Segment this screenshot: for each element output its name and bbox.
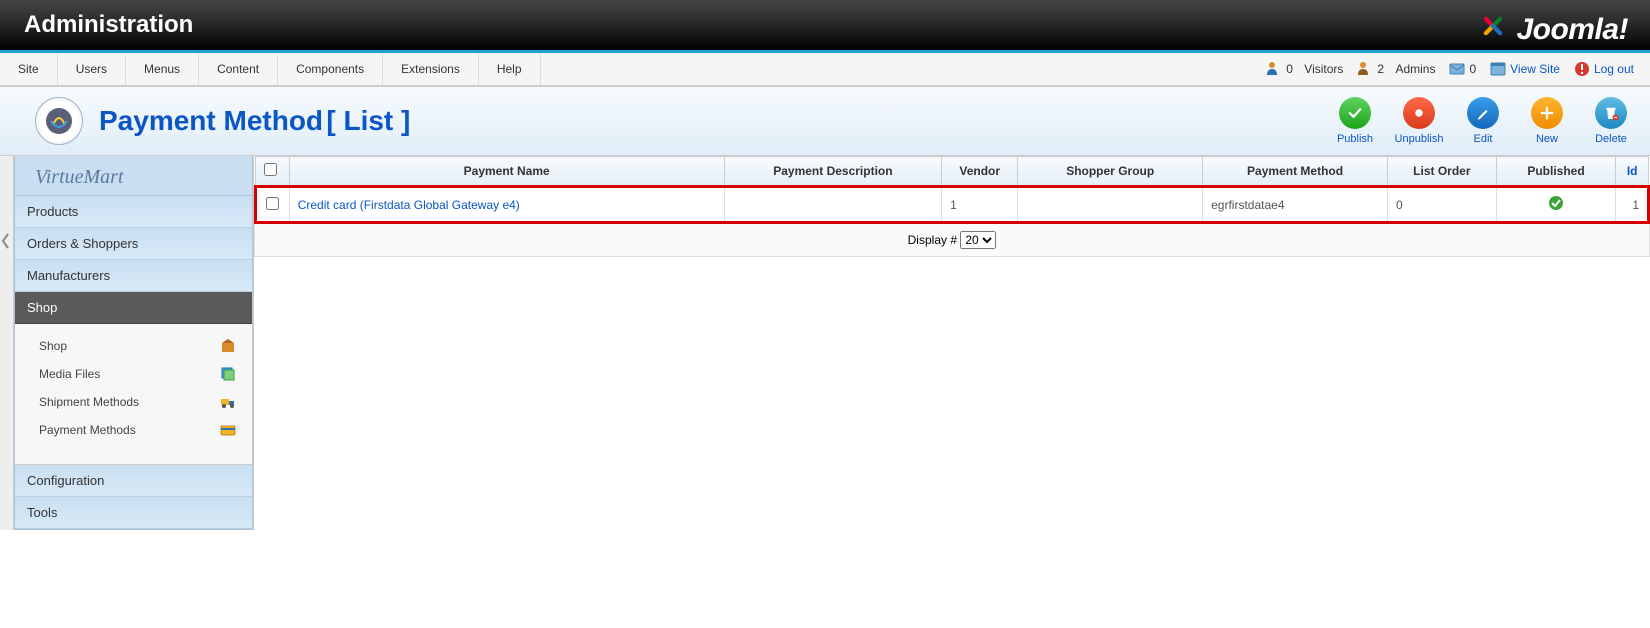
cell-vendor: 1 xyxy=(942,187,1018,223)
display-select[interactable]: 20 xyxy=(960,231,996,249)
joomla-logo: Joomla! xyxy=(1476,9,1628,50)
menu-status: 0 Visitors 2 Admins 0 View Site Log out xyxy=(1266,61,1650,77)
sidebar-wrap: VirtueMart Products Orders & Shoppers Ma… xyxy=(0,156,253,530)
menu-help[interactable]: Help xyxy=(479,54,541,85)
menu-extensions[interactable]: Extensions xyxy=(383,54,479,85)
col-id[interactable]: Id xyxy=(1616,157,1649,187)
cell-id: 1 xyxy=(1616,187,1649,223)
cell-group xyxy=(1018,187,1203,223)
sidebar-item-configuration[interactable]: Configuration xyxy=(15,465,252,497)
sidebar-item-shop-active[interactable]: Shop xyxy=(15,292,252,324)
check-all[interactable] xyxy=(264,163,277,176)
display-label: Display # xyxy=(908,233,957,247)
cell-method: egrfirstdatae4 xyxy=(1203,187,1388,223)
sub-payment[interactable]: Payment Methods xyxy=(15,416,252,444)
toolbar: Publish Unpublish Edit New Delete xyxy=(1326,97,1640,145)
row-check[interactable] xyxy=(266,197,279,210)
cell-published[interactable] xyxy=(1496,187,1616,223)
pagination-row: Display # 20 xyxy=(254,224,1650,257)
admin-title: Administration xyxy=(24,11,193,39)
component-icon xyxy=(35,97,83,145)
payment-table: Payment Name Payment Description Vendor … xyxy=(254,156,1650,224)
sub-shop[interactable]: Shop xyxy=(15,332,252,360)
col-group[interactable]: Shopper Group xyxy=(1018,157,1203,187)
sub-shipment[interactable]: Shipment Methods xyxy=(15,388,252,416)
card-icon xyxy=(220,422,236,438)
admin-header: Administration Joomla! xyxy=(0,0,1650,53)
window-icon xyxy=(1490,61,1506,77)
sidebar-item-tools[interactable]: Tools xyxy=(15,497,252,529)
menu-left: Site Users Menus Content Components Exte… xyxy=(0,54,541,85)
new-button[interactable]: New xyxy=(1518,97,1576,145)
circle-icon xyxy=(1403,97,1435,129)
media-icon xyxy=(220,366,236,382)
page-title-suffix: [ List ] xyxy=(326,105,410,136)
admins-icon xyxy=(1357,61,1373,77)
col-checkbox xyxy=(256,157,290,187)
sub-media[interactable]: Media Files xyxy=(15,360,252,388)
view-site-link[interactable]: View Site xyxy=(1490,61,1560,77)
pencil-icon xyxy=(1467,97,1499,129)
main-content: Payment Name Payment Description Vendor … xyxy=(253,156,1650,530)
col-desc[interactable]: Payment Description xyxy=(724,157,941,187)
truck-icon xyxy=(220,394,236,410)
sidebar-subpanel: Shop Media Files Shipment Methods Paymen… xyxy=(15,324,252,465)
unpublish-button[interactable]: Unpublish xyxy=(1390,97,1448,145)
payment-name-link[interactable]: Credit card (Firstdata Global Gateway e4… xyxy=(298,198,520,212)
admins-count[interactable]: 2 Admins xyxy=(1357,61,1435,77)
cell-order: 0 xyxy=(1387,187,1496,223)
content-header: Payment Method [ List ] Publish Unpublis… xyxy=(0,86,1650,156)
sidebar: VirtueMart Products Orders & Shoppers Ma… xyxy=(14,156,253,530)
trash-icon xyxy=(1595,97,1627,129)
col-order[interactable]: List Order xyxy=(1387,157,1496,187)
edit-button[interactable]: Edit xyxy=(1454,97,1512,145)
published-icon xyxy=(1548,195,1564,211)
joomla-icon xyxy=(1476,9,1510,50)
menu-site[interactable]: Site xyxy=(0,54,58,85)
check-icon xyxy=(1339,97,1371,129)
menu-menus[interactable]: Menus xyxy=(126,54,199,85)
col-published[interactable]: Published xyxy=(1496,157,1616,187)
log-out-link[interactable]: Log out xyxy=(1574,61,1634,77)
sidebar-item-orders[interactable]: Orders & Shoppers xyxy=(15,228,252,260)
cell-desc xyxy=(724,187,941,223)
brand-text: Joomla! xyxy=(1516,13,1628,47)
sidebar-item-products[interactable]: Products xyxy=(15,196,252,228)
menu-components[interactable]: Components xyxy=(278,54,383,85)
col-vendor[interactable]: Vendor xyxy=(942,157,1018,187)
page-title-block: Payment Method [ List ] xyxy=(99,105,410,137)
main-menu: Site Users Menus Content Components Exte… xyxy=(0,53,1650,86)
shop-icon xyxy=(220,338,236,354)
table-row: Credit card (Firstdata Global Gateway e4… xyxy=(256,187,1649,223)
publish-button[interactable]: Publish xyxy=(1326,97,1384,145)
page-title: Payment Method xyxy=(99,105,323,136)
col-name[interactable]: Payment Name xyxy=(289,157,724,187)
messages-count[interactable]: 0 xyxy=(1449,61,1476,77)
main-layout: VirtueMart Products Orders & Shoppers Ma… xyxy=(0,156,1650,530)
logout-icon xyxy=(1574,61,1590,77)
menu-users[interactable]: Users xyxy=(58,54,126,85)
mail-icon xyxy=(1449,61,1465,77)
visitors-count[interactable]: 0 Visitors xyxy=(1266,61,1343,77)
plus-icon xyxy=(1531,97,1563,129)
visitors-icon xyxy=(1266,61,1282,77)
col-method[interactable]: Payment Method xyxy=(1203,157,1388,187)
menu-content[interactable]: Content xyxy=(199,54,278,85)
delete-button[interactable]: Delete xyxy=(1582,97,1640,145)
virtuemart-logo: VirtueMart xyxy=(15,156,252,196)
sidebar-collapser[interactable] xyxy=(0,156,14,530)
sidebar-item-manufacturers[interactable]: Manufacturers xyxy=(15,260,252,292)
